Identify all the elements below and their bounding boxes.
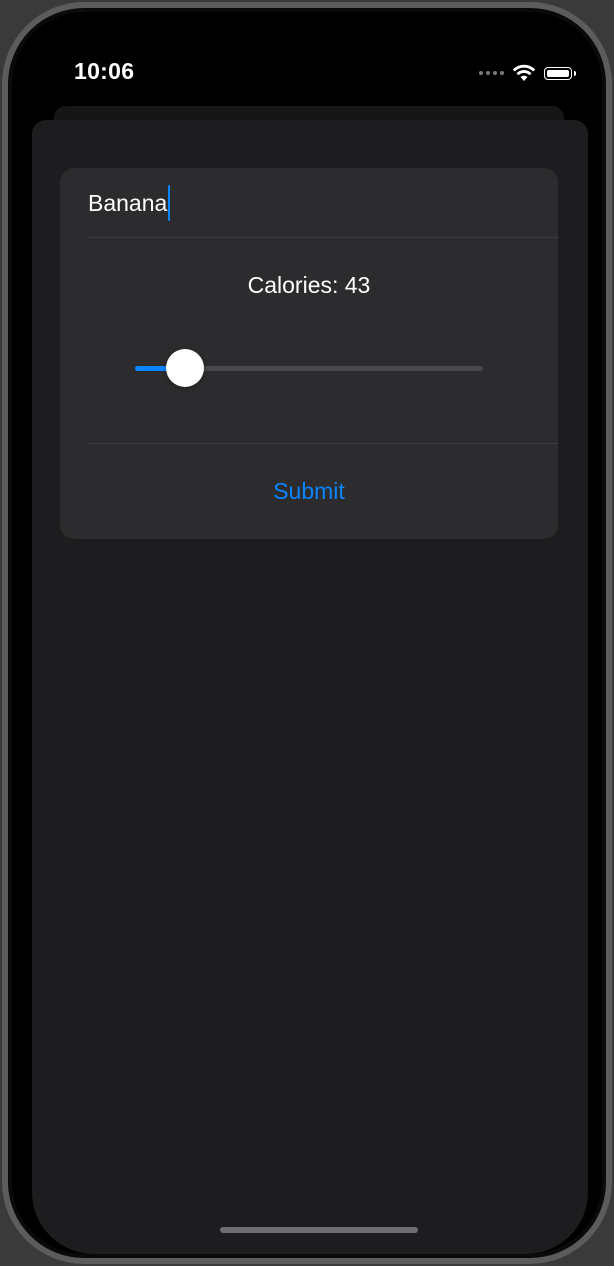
screen: 10:06 Banana Calories: 43 Submit (12, 12, 602, 1254)
home-indicator (220, 1227, 418, 1233)
wifi-icon (512, 64, 536, 81)
calories-slider[interactable] (135, 348, 483, 388)
text-caret (168, 185, 171, 221)
slider-thumb[interactable] (166, 349, 205, 387)
device-frame: 10:06 Banana Calories: 43 Submit (2, 2, 612, 1264)
device-bezel: 10:06 Banana Calories: 43 Submit (8, 8, 606, 1258)
status-time: 10:06 (74, 58, 135, 84)
row-divider (88, 237, 558, 238)
signal-dots-icon (479, 71, 504, 75)
name-input-value: Banana (88, 190, 168, 216)
calories-label: Calories: 43 (247, 272, 371, 298)
status-icons (479, 64, 576, 82)
submit-button[interactable]: Submit (60, 444, 558, 539)
form-card: Banana Calories: 43 Submit (60, 168, 558, 539)
modal-sheet: Banana Calories: 43 Submit (32, 120, 588, 1254)
name-input[interactable]: Banana (88, 185, 171, 221)
name-row[interactable]: Banana (60, 168, 558, 237)
battery-icon (544, 66, 576, 80)
